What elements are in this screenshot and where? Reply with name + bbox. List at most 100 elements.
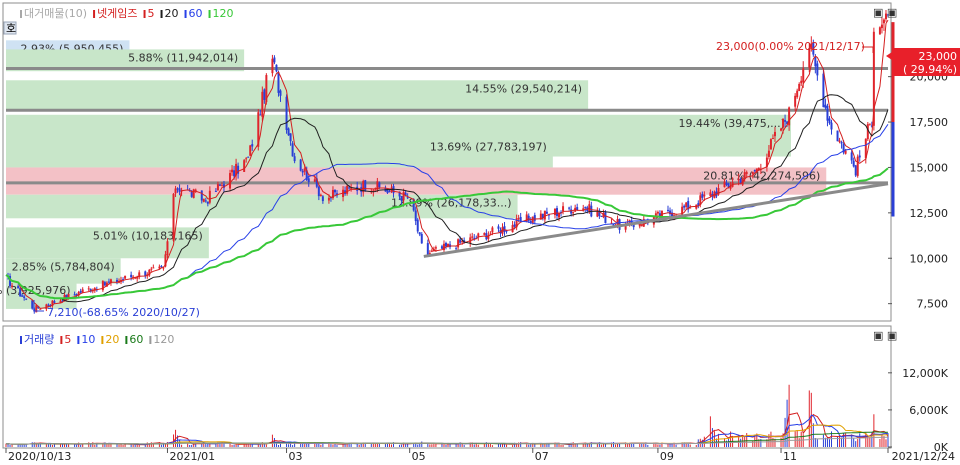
price-axis-label: 17,500 xyxy=(910,116,949,129)
chart-canvas: 2.93% (5,950,455)5.88% (11,942,014)14.55… xyxy=(0,2,960,463)
candle-body xyxy=(751,171,754,175)
price-legend-swatch xyxy=(143,10,146,18)
candle-body xyxy=(285,96,288,130)
candle-body xyxy=(378,182,381,188)
candle-body xyxy=(868,123,871,125)
candle-body xyxy=(798,83,801,92)
date-axis-label: 11 xyxy=(783,450,797,463)
volume-profile-label: 2.85% (5,784,804) xyxy=(12,260,115,273)
candle-body xyxy=(572,212,575,214)
price-legend-swatch xyxy=(208,10,211,18)
candle-body xyxy=(293,156,296,162)
candle-body xyxy=(517,218,520,220)
candle-body xyxy=(208,190,211,203)
candle-body xyxy=(459,239,462,243)
candle-body xyxy=(824,104,827,108)
candle-body xyxy=(545,211,548,214)
volume-legend-item: 120 xyxy=(153,333,174,346)
volume-axis-label: 12,000K xyxy=(902,367,948,380)
candle-body xyxy=(497,226,500,229)
candle-body xyxy=(562,206,565,212)
volume-legend-swatch xyxy=(20,336,22,344)
candle-body xyxy=(402,191,405,201)
candle-body xyxy=(25,298,28,300)
candle-body xyxy=(174,188,177,194)
volume-profile-label: 19.44% (39,475,...) xyxy=(678,117,785,130)
candle-body xyxy=(204,200,207,202)
volume-legend-swatch xyxy=(77,336,80,344)
high-annotation: 23,000(0.00% 2021/12/17) xyxy=(716,40,865,53)
candle-body xyxy=(513,224,516,227)
candle-body xyxy=(348,187,351,189)
candle-body xyxy=(600,215,603,217)
volume-panel-buttons[interactable]: ▣ ▣ xyxy=(873,329,897,342)
volume-legend-item: 5 xyxy=(64,333,71,346)
candle-body xyxy=(275,64,278,72)
date-axis-label: 03 xyxy=(289,450,303,463)
candle-body xyxy=(279,90,282,96)
candle-body xyxy=(299,159,302,171)
candle-body xyxy=(247,156,250,158)
candle-body xyxy=(301,170,304,173)
candle-body xyxy=(543,210,546,220)
volume-profile-label: 14.55% (29,540,214) xyxy=(465,82,582,95)
candle-body xyxy=(491,227,494,233)
candle-body xyxy=(852,160,855,167)
volume-legend-swatch xyxy=(60,336,63,344)
candle-body xyxy=(333,189,336,193)
candle-body xyxy=(259,114,262,116)
candle-body xyxy=(220,185,223,187)
candle-body xyxy=(826,105,829,121)
price-axis-label: 12,500 xyxy=(910,207,949,220)
candle-body xyxy=(596,211,599,217)
candle-body xyxy=(878,27,881,35)
candle-body xyxy=(418,232,421,235)
volume-profile-label: 13.69% (27,783,197) xyxy=(430,140,547,153)
candle-body xyxy=(190,191,193,197)
candle-body xyxy=(434,247,437,249)
candle-body xyxy=(374,189,377,191)
candle-body xyxy=(414,210,417,222)
candle-body xyxy=(273,57,276,63)
candle-body xyxy=(471,236,474,238)
candle-body xyxy=(251,144,254,147)
date-axis-label: 2021/12/24 xyxy=(892,450,955,463)
candle-body xyxy=(261,91,264,117)
candle-body xyxy=(753,170,756,172)
candle-body xyxy=(654,213,657,216)
candle-body xyxy=(558,213,561,218)
candle-body xyxy=(144,271,147,276)
candle-body xyxy=(828,118,831,124)
candle-body xyxy=(880,24,883,29)
candle-body xyxy=(218,184,221,186)
candle-body xyxy=(882,19,885,24)
candle-body xyxy=(150,268,153,270)
price-legend: 대거매물(10) 넷게임즈 5 20 60 120 xyxy=(20,7,234,20)
candle-body xyxy=(725,182,728,185)
candle-body xyxy=(683,205,686,208)
price-legend-item: 대거매물(10) xyxy=(24,7,87,20)
price-legend-swatch xyxy=(160,10,163,18)
volume-legend-swatch xyxy=(125,336,128,344)
candle-body xyxy=(667,209,670,211)
price-legend-item: 60 xyxy=(189,7,203,20)
volume-legend-item: 거래량 xyxy=(24,333,54,346)
price-legend-swatch xyxy=(184,10,187,18)
candle-body xyxy=(307,178,310,183)
candle-body xyxy=(152,267,155,269)
volume-legend-swatch xyxy=(149,336,152,344)
date-axis-label: 2021/01 xyxy=(169,450,215,463)
volume-legend-item: 60 xyxy=(129,333,143,346)
price-axis-label: 15,000 xyxy=(910,161,949,174)
candle-body xyxy=(17,286,20,289)
candle-body xyxy=(291,143,294,157)
candle-body xyxy=(216,184,219,191)
candle-body xyxy=(856,156,859,176)
price-axis-label: 10,000 xyxy=(910,252,949,265)
price-legend-item: 5 xyxy=(148,7,155,20)
candle-body xyxy=(124,275,127,279)
price-panel-buttons[interactable]: ▣ ▣ xyxy=(873,6,897,19)
candle-body xyxy=(533,215,536,221)
volume-profile-label: 5.01% (10,183,165) xyxy=(93,229,203,242)
candle-body xyxy=(796,90,799,98)
